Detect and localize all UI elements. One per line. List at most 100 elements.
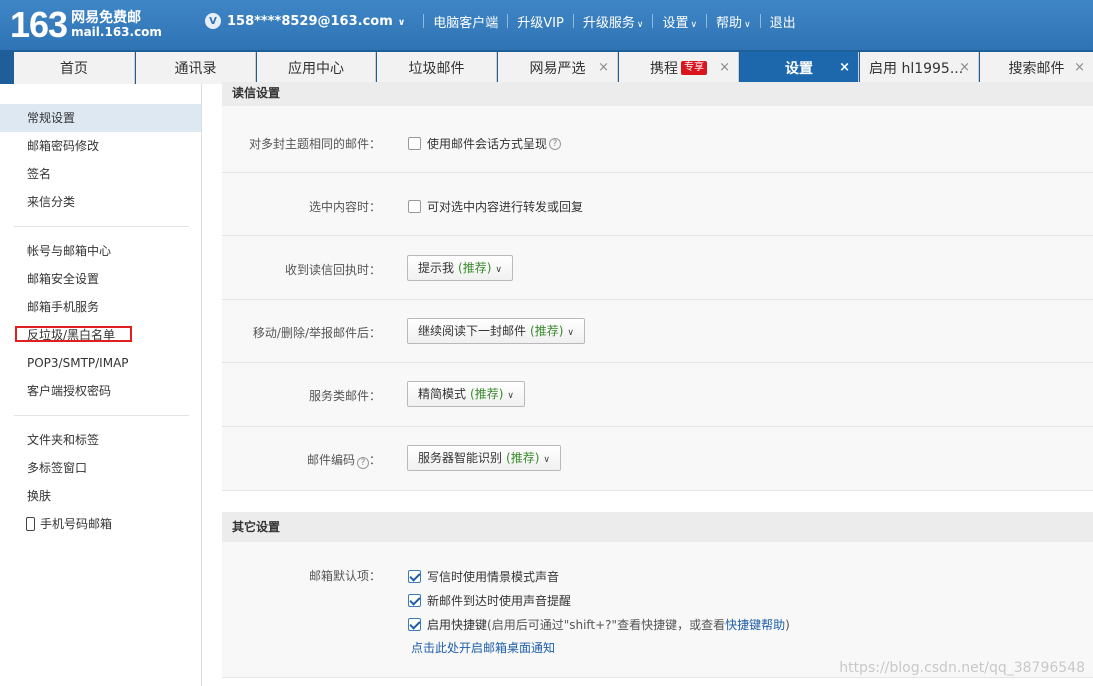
logo[interactable]: 163 网易免费邮 mail.163.com: [10, 6, 162, 44]
sidebar-item-mail-filter[interactable]: 来信分类: [0, 188, 201, 216]
selection-checkbox[interactable]: 可对选中内容进行转发或回复: [408, 198, 583, 215]
after-action-select[interactable]: 继续阅读下一封邮件 (推荐) ∨: [407, 318, 585, 344]
checkbox-box[interactable]: [408, 137, 421, 150]
desktop-notify-link[interactable]: 点击此处开启邮箱桌面通知: [411, 639, 555, 656]
nav-help[interactable]: 帮助 ∨: [707, 12, 760, 31]
encoding-select[interactable]: 服务器智能识别 (推荐) ∨: [407, 445, 561, 471]
conversation-label-text: 对多封主题相同的邮件：: [248, 137, 381, 151]
account-email: 158****8529@163.com: [227, 13, 393, 29]
chevron-down-icon: ∨: [495, 265, 502, 275]
vip-badge-icon[interactable]: V: [205, 13, 221, 29]
settings-sidebar: 常规设置 邮箱密码修改 签名 来信分类 帐号与邮箱中心 邮箱安全设置 邮箱手机服…: [0, 84, 202, 686]
tab-label: 网易严选: [529, 61, 586, 77]
shortcut-help-link[interactable]: 快捷键帮助: [725, 616, 785, 633]
recommended-tag: (推荐): [458, 261, 492, 275]
close-icon[interactable]: ×: [1074, 60, 1085, 75]
scene-sound-checkbox[interactable]: 写信时使用情景模式声音: [408, 568, 559, 585]
sidebar-item-account-center[interactable]: 帐号与邮箱中心: [0, 237, 201, 265]
tab-ctrip[interactable]: 携程 专享 ×: [619, 52, 739, 84]
help-icon[interactable]: ?: [356, 457, 369, 469]
defaults-label: 邮箱默认项：: [308, 569, 381, 583]
chevron-down-icon: ∨: [744, 19, 751, 30]
tab-settings[interactable]: 设置 ×: [740, 52, 859, 84]
settings-content: 读信设置 对多封主题相同的邮件： 使用邮件会话方式呈现? 选中内容时： 可对选中…: [222, 82, 1093, 686]
recommended-tag: (推荐): [530, 324, 564, 338]
service-mail-label: 服务类邮件：: [308, 389, 381, 403]
close-icon[interactable]: ×: [959, 60, 970, 75]
checkbox-box[interactable]: [408, 570, 421, 583]
recommended-tag: (推荐): [470, 387, 504, 401]
nav-desktop-client[interactable]: 电脑客户端: [424, 12, 507, 31]
shortcut-option: 启用快捷键: [427, 618, 488, 632]
sidebar-item-general[interactable]: 常规设置: [0, 104, 201, 132]
service-mail-select[interactable]: 精简模式 (推荐) ∨: [407, 381, 525, 407]
service-mail-value: 精简模式: [418, 387, 467, 401]
sidebar-divider: [14, 226, 189, 227]
receipt-value: 提示我: [418, 261, 455, 275]
top-nav: V 158****8529@163.com ∨ 电脑客户端 升级VIP 升级服务…: [205, 12, 805, 31]
sidebar-item-password[interactable]: 邮箱密码修改: [0, 132, 201, 160]
tab-label: 设置: [785, 61, 813, 77]
top-header: 163 网易免费邮 mail.163.com V 158****8529@163…: [0, 0, 1093, 50]
receipt-label: 收到读信回执时：: [284, 263, 381, 277]
setting-row-conversation: 对多封主题相同的邮件： 使用邮件会话方式呈现?: [222, 106, 1093, 173]
nav-settings[interactable]: 设置 ∨: [653, 12, 706, 31]
nav-upgrade-service[interactable]: 升级服务 ∨: [574, 12, 653, 31]
conversation-checkbox[interactable]: 使用邮件会话方式呈现?: [408, 135, 562, 152]
close-icon[interactable]: ×: [839, 60, 850, 75]
logo-name: 网易免费邮: [71, 10, 142, 26]
checkbox-box[interactable]: [408, 594, 421, 607]
help-icon[interactable]: ?: [549, 137, 562, 150]
sidebar-item-pop3[interactable]: POP3/SMTP/IMAP: [0, 349, 201, 377]
shortcut-checkbox[interactable]: 启用快捷键 (启用后可通过"shift+?"查看快捷键，或查看 快捷键帮助 ): [408, 616, 790, 633]
tab-contacts[interactable]: 通讯录: [136, 52, 256, 84]
close-icon[interactable]: ×: [719, 60, 730, 75]
tab-label: 应用中心: [288, 61, 344, 77]
tab-enable[interactable]: 启用 hl1995... ×: [860, 52, 979, 84]
sidebar-item-signature[interactable]: 签名: [0, 160, 201, 188]
sidebar-item-skin[interactable]: 换肤: [0, 482, 201, 510]
encoding-label-suffix: ：: [368, 453, 381, 467]
nav-settings-label: 设置: [662, 15, 689, 31]
nav-help-label: 帮助: [716, 15, 743, 31]
chevron-down-icon: ∨: [507, 391, 514, 401]
watermark: https://blog.csdn.net/qq_38796548: [839, 660, 1085, 676]
new-mail-sound-checkbox[interactable]: 新邮件到达时使用声音提醒: [408, 592, 571, 609]
highlight-box: [15, 326, 132, 342]
sidebar-item-phone-mailbox[interactable]: 手机号码邮箱: [0, 510, 201, 538]
other-settings-header: 其它设置: [222, 512, 1093, 542]
sidebar-item-security[interactable]: 邮箱安全设置: [0, 265, 201, 293]
encoding-label-text: 邮件编码: [306, 453, 355, 467]
setting-row-after-action: 移动/删除/举报邮件后： 继续阅读下一封邮件 (推荐) ∨: [222, 300, 1093, 363]
sidebar-item-client-auth[interactable]: 客户端授权密码: [0, 377, 201, 405]
nav-upgrade-vip[interactable]: 升级VIP: [508, 12, 573, 31]
selection-label: 选中内容时：: [308, 200, 381, 214]
checkbox-box[interactable]: [408, 200, 421, 213]
read-settings-panel: 对多封主题相同的邮件： 使用邮件会话方式呈现? 选中内容时： 可对选中内容进行转…: [222, 106, 1093, 491]
sidebar-item-label: 手机号码邮箱: [40, 517, 113, 531]
tab-home[interactable]: 首页: [14, 52, 135, 84]
nav-logout[interactable]: 退出: [761, 12, 805, 31]
shortcut-note-end: ): [785, 617, 790, 632]
selection-option: 可对选中内容进行转发或回复: [427, 200, 584, 214]
close-icon[interactable]: ×: [598, 60, 609, 75]
sidebar-divider: [14, 415, 189, 416]
sidebar-item-multi-tab[interactable]: 多标签窗口: [0, 454, 201, 482]
sidebar-item-folders[interactable]: 文件夹和标签: [0, 426, 201, 454]
logo-domain: mail.163.com: [71, 25, 162, 39]
receipt-select[interactable]: 提示我 (推荐) ∨: [407, 255, 513, 281]
after-action-label: 移动/删除/举报邮件后：: [252, 326, 381, 340]
tab-app-center[interactable]: 应用中心: [257, 52, 376, 84]
scene-sound-option: 写信时使用情景模式声音: [427, 570, 560, 584]
exclusive-badge: 专享: [681, 61, 707, 75]
mobile-phone-icon: [26, 517, 35, 531]
tab-spam[interactable]: 垃圾邮件: [377, 52, 497, 84]
account-menu[interactable]: 158****8529@163.com ∨: [227, 14, 405, 29]
sidebar-item-phone-service[interactable]: 邮箱手机服务: [0, 293, 201, 321]
tab-yanxuan[interactable]: 网易严选 ×: [498, 52, 618, 84]
chevron-down-icon: ∨: [690, 19, 698, 30]
tab-label: 携程: [650, 61, 678, 77]
checkbox-box[interactable]: [408, 618, 421, 631]
other-settings-panel: 邮箱默认项： 写信时使用情景模式声音 新邮件到达时使用声音提醒 启用快捷键 (启用…: [222, 542, 1093, 678]
tab-search-mail[interactable]: 搜索邮件 ×: [980, 52, 1093, 84]
